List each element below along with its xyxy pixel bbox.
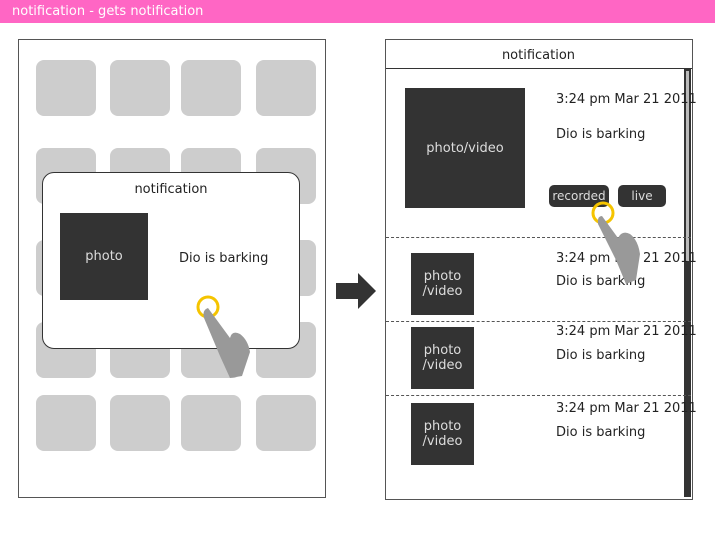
notification-time: 3:24 pm Mar 21 2011 — [556, 324, 697, 339]
notification-time: 3:24 pm Mar 21 2011 — [556, 401, 697, 416]
tap-hand-icon — [196, 295, 250, 378]
title-banner: notification - gets notification — [0, 0, 715, 23]
app-icon[interactable] — [181, 395, 241, 451]
notification-time: 3:24 pm Mar 21 2011 — [556, 92, 697, 107]
popup-title: notification — [134, 182, 208, 197]
header-divider — [386, 68, 692, 69]
divider — [386, 395, 691, 396]
notification-message: Dio is barking — [556, 348, 646, 363]
notification-message: Dio is barking — [556, 425, 646, 440]
media-thumbnail[interactable]: photo /video — [411, 403, 474, 465]
media-preview[interactable]: photo/video — [405, 88, 525, 208]
app-icon[interactable] — [181, 60, 241, 116]
scrollbar[interactable] — [684, 69, 691, 497]
photo-thumbnail: photo — [60, 213, 148, 300]
app-icon[interactable] — [110, 395, 170, 451]
notification-popup[interactable]: notification photo Dio is barking — [42, 172, 300, 349]
app-icon[interactable] — [36, 60, 96, 116]
media-thumbnail[interactable]: photo /video — [411, 253, 474, 315]
popup-message: Dio is barking — [179, 251, 269, 266]
screen-header: notification — [501, 48, 576, 63]
app-icon[interactable] — [256, 60, 316, 116]
arrow-right-icon — [336, 273, 376, 309]
media-thumbnail[interactable]: photo /video — [411, 327, 474, 389]
notification-message: Dio is barking — [556, 127, 646, 142]
app-icon[interactable] — [36, 395, 96, 451]
divider — [386, 321, 691, 322]
app-icon[interactable] — [256, 395, 316, 451]
tap-hand-icon — [591, 201, 640, 284]
app-icon[interactable] — [110, 60, 170, 116]
